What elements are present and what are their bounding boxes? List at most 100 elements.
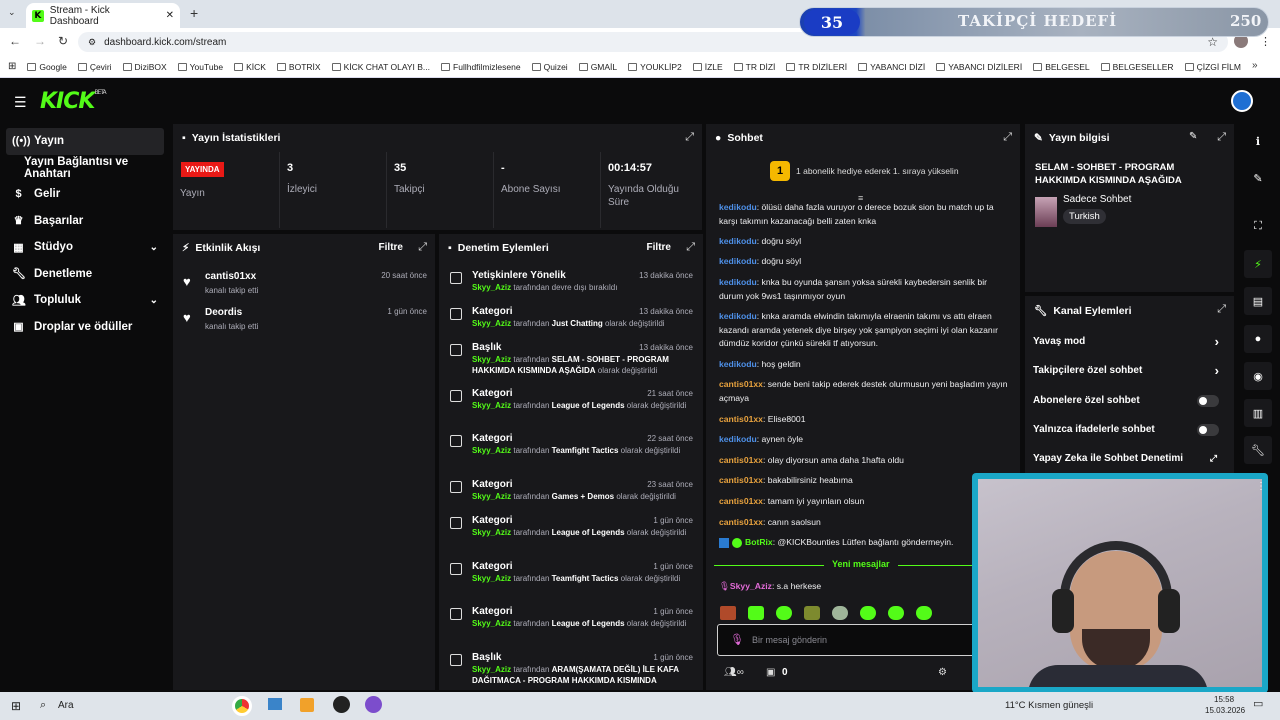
bookmark-item[interactable]: BELGESELLER bbox=[1100, 62, 1174, 72]
bookmark-item[interactable]: GMAİL bbox=[578, 62, 617, 72]
site-info-icon[interactable]: ⚙ bbox=[88, 37, 96, 48]
tab-list-icon[interactable]: ⌄ bbox=[8, 7, 16, 18]
bookmark-item[interactable]: DiziBOX bbox=[122, 62, 167, 72]
app-icon[interactable] bbox=[365, 696, 382, 713]
emote-icon[interactable] bbox=[804, 606, 820, 620]
gift-icon[interactable]: ▣ bbox=[766, 667, 775, 678]
action-subs-only[interactable]: Abonelere özel sohbet bbox=[1033, 395, 1223, 411]
fullscreen-icon[interactable]: ⛶ bbox=[1244, 212, 1272, 240]
emote-icon[interactable] bbox=[776, 606, 792, 620]
taskbar-search[interactable]: Ara bbox=[58, 700, 74, 711]
browser-tab[interactable]: K Stream - Kick Dashboard ✕ bbox=[26, 3, 180, 28]
chat-username[interactable]: cantis01xx bbox=[719, 455, 763, 465]
more-bookmarks-icon[interactable]: » bbox=[1252, 60, 1258, 71]
gift-sub-promo[interactable]: 1 abonelik hediye ederek 1. sıraya yükse… bbox=[796, 166, 959, 176]
edit-icon[interactable]: ✎ bbox=[1244, 164, 1272, 192]
bookmark-item[interactable]: YABANCI DİZİ bbox=[858, 62, 925, 72]
expand-icon[interactable]: ⤢ bbox=[686, 241, 695, 254]
emote-icon[interactable] bbox=[748, 606, 764, 620]
back-icon[interactable]: ← bbox=[9, 34, 21, 48]
chat-username[interactable]: kedikodu bbox=[719, 236, 757, 246]
bookmark-item[interactable]: BOTRİX bbox=[276, 62, 321, 72]
user-avatar[interactable] bbox=[1231, 90, 1253, 112]
chat-settings-icon[interactable]: ⚙ bbox=[938, 667, 947, 678]
chat-username[interactable]: cantis01xx bbox=[719, 414, 763, 424]
chat-username[interactable]: kedikodu bbox=[719, 311, 757, 321]
bookmark-star-icon[interactable]: ☆ bbox=[1207, 35, 1218, 49]
filter-button[interactable]: Filtre bbox=[647, 242, 671, 253]
emote-icon[interactable] bbox=[720, 606, 736, 620]
forward-icon[interactable]: → bbox=[34, 34, 46, 48]
action-slow-mode[interactable]: Yavaş mod › bbox=[1033, 334, 1223, 352]
emote-icon[interactable] bbox=[888, 606, 904, 620]
action-ai-moderation[interactable]: Yapay Zeka ile Sohbet Denetimi ⤢ bbox=[1033, 453, 1223, 469]
stack-icon[interactable]: ▥ bbox=[1244, 399, 1272, 427]
subs-only-toggle[interactable] bbox=[1197, 395, 1219, 407]
action-emote-only[interactable]: Yalnızca ifadelerle sohbet bbox=[1033, 424, 1223, 440]
weather-text[interactable]: 11°C Kısmen güneşli bbox=[1005, 700, 1093, 711]
chat-username[interactable]: cantis01xx bbox=[719, 517, 763, 527]
obs-icon[interactable] bbox=[333, 696, 350, 713]
chrome-icon[interactable] bbox=[232, 696, 252, 716]
sidebar-item-droplar[interactable]: ▣ Droplar ve ödüller bbox=[0, 314, 170, 341]
bookmark-item[interactable]: Quizei bbox=[531, 62, 568, 72]
bolt-icon[interactable]: ⚡︎ bbox=[1244, 250, 1272, 278]
bookmark-item[interactable]: Çeviri bbox=[77, 62, 112, 72]
close-tab-icon[interactable]: ✕ bbox=[166, 10, 174, 21]
hamburger-menu-icon[interactable]: ☰ bbox=[14, 94, 27, 111]
bookmark-item[interactable]: YABANCI DİZİLERİ bbox=[936, 62, 1022, 72]
bookmark-item[interactable]: ÇİZGİ FİLM bbox=[1184, 62, 1241, 72]
search-icon[interactable]: ⌕ bbox=[40, 699, 46, 712]
bookmark-item[interactable]: Fullhdfilmizlesene bbox=[441, 62, 521, 72]
expand-icon[interactable]: ⤢ bbox=[1217, 303, 1226, 316]
document-icon[interactable]: ▤ bbox=[1244, 287, 1272, 315]
chat-icon[interactable]: ● bbox=[1244, 325, 1272, 353]
sidebar-item-studyo[interactable]: ▦ Stüdyo ⌄ bbox=[0, 234, 170, 261]
expand-icon[interactable]: ⤢ bbox=[418, 241, 427, 254]
chat-username[interactable]: kedikodu bbox=[719, 202, 757, 212]
overlay-menu-icon[interactable]: ⋮ bbox=[1256, 481, 1266, 492]
expand-icon[interactable]: ⤢ bbox=[685, 131, 694, 144]
wrench-icon[interactable]: 🔧︎ bbox=[1244, 436, 1272, 464]
chat-username[interactable]: cantis01xx bbox=[719, 379, 763, 389]
sidebar-item-yayin[interactable]: ((•)) Yayın bbox=[6, 128, 164, 155]
emote-only-toggle[interactable] bbox=[1197, 424, 1219, 436]
sidebar-item-gelir[interactable]: $ Gelir bbox=[0, 181, 170, 208]
broadcast-icon[interactable]: ◉ bbox=[1244, 362, 1272, 390]
expand-icon[interactable]: ⤢ bbox=[1217, 131, 1226, 144]
action-followers-only[interactable]: Takipçilere özel sohbet › bbox=[1033, 363, 1223, 381]
notification-icon[interactable]: ▭ bbox=[1253, 697, 1263, 710]
emote-icon[interactable] bbox=[832, 606, 848, 620]
sidebar-item-denetleme[interactable]: 🔧︎ Denetleme bbox=[0, 261, 170, 288]
apps-grid-icon[interactable]: ⊞ bbox=[8, 61, 16, 72]
chat-username[interactable]: kedikodu bbox=[719, 359, 757, 369]
bookmark-item[interactable]: KİCK CHAT OLAYI B... bbox=[331, 62, 430, 72]
bookmark-item[interactable]: YOUKLİP2 bbox=[628, 62, 682, 72]
bookmark-item[interactable]: YouTube bbox=[177, 62, 223, 72]
kick-logo[interactable]: KICKBETA bbox=[40, 89, 107, 114]
bookmark-item[interactable]: KİCK bbox=[234, 62, 266, 72]
sidebar-item-stream-key[interactable]: Yayın Bağlantısı ve Anahtarı bbox=[0, 155, 170, 182]
sidebar-item-topluluk[interactable]: 👥︎ Topluluk ⌄ bbox=[0, 287, 170, 314]
info-icon[interactable]: ℹ bbox=[1244, 127, 1272, 155]
bookmark-item[interactable]: TR DİZİLERİ bbox=[786, 62, 847, 72]
chat-username[interactable]: BotRix bbox=[745, 537, 773, 547]
chat-username[interactable]: kedikodu bbox=[719, 277, 757, 287]
reload-icon[interactable]: ↻ bbox=[58, 34, 68, 48]
windows-start-icon[interactable]: ⊞ bbox=[11, 699, 21, 713]
users-icon[interactable]: 👥︎∞ bbox=[724, 667, 744, 678]
bookmark-item[interactable]: TR DİZİ bbox=[733, 62, 775, 72]
new-tab-icon[interactable]: + bbox=[190, 5, 198, 21]
bookmark-item[interactable]: İZLE bbox=[692, 62, 723, 72]
chat-username[interactable]: cantis01xx bbox=[719, 496, 763, 506]
file-explorer-icon[interactable] bbox=[268, 698, 282, 710]
bookmark-item[interactable]: BELGESEL bbox=[1033, 62, 1090, 72]
edit-icon[interactable]: ✎ bbox=[1189, 131, 1197, 142]
filter-button[interactable]: Filtre bbox=[379, 242, 403, 253]
chat-username[interactable]: cantis01xx bbox=[719, 475, 763, 485]
bookmark-item[interactable]: Google bbox=[27, 62, 67, 72]
sidebar-item-basarilar[interactable]: ♛ Başarılar bbox=[0, 208, 170, 235]
category-name[interactable]: Sadece Sohbet bbox=[1063, 194, 1131, 205]
chat-username[interactable]: kedikodu bbox=[719, 434, 757, 444]
chat-username[interactable]: kedikodu bbox=[719, 256, 757, 266]
